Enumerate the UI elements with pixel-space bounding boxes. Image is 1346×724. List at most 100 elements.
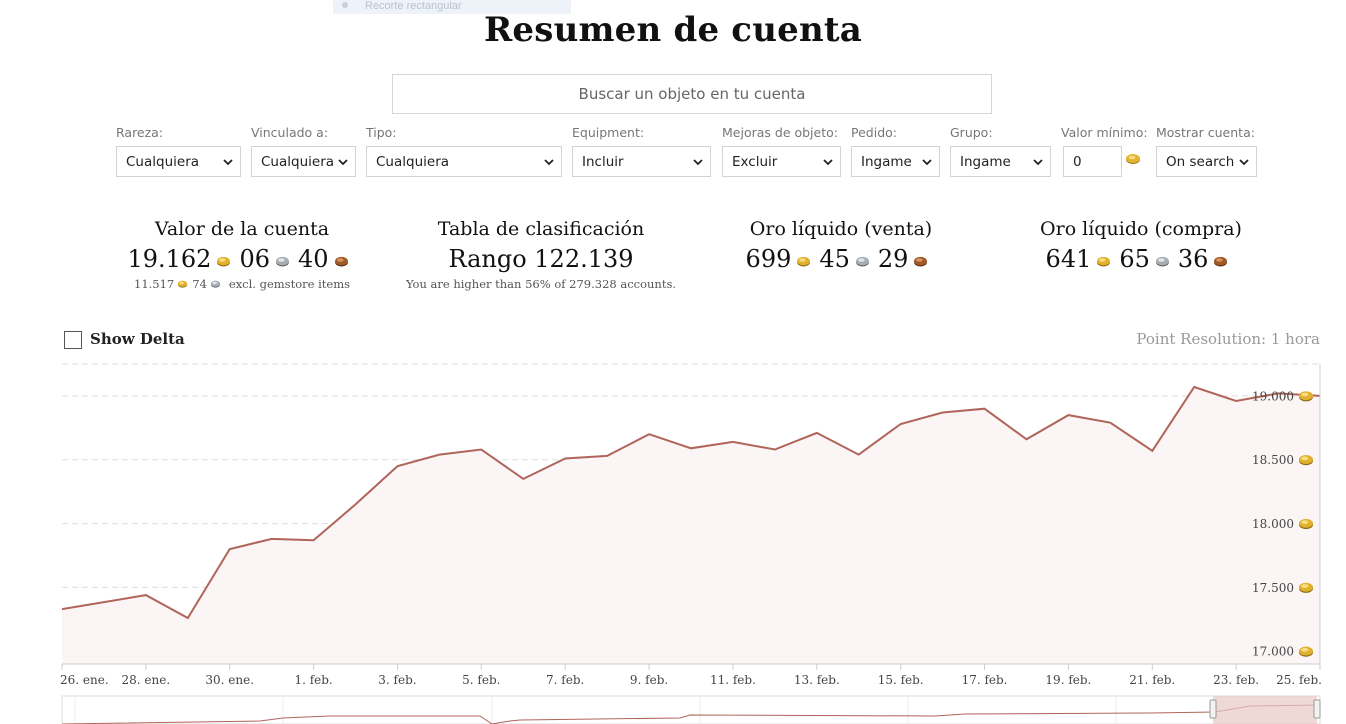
silver-coin-icon [855,256,870,267]
x-tick-label: 19. feb. [1045,673,1091,687]
filter-label: Rareza: [116,125,164,140]
gold-coin-icon [1299,391,1313,402]
filter-min-value: Valor mínimo: 0 [1061,126,1148,177]
x-tick-label: 13. feb. [794,673,840,687]
y-tick-label: 17.000 [1252,645,1294,659]
stat-sub: You are higher than 56% of 279.328 accou… [405,277,677,291]
min-value-input[interactable]: 0 [1063,146,1122,177]
x-tick-label: 30. ene. [205,673,254,687]
y-tick-label: 18.500 [1252,453,1294,467]
filter-label: Mostrar cuenta: [1156,125,1255,140]
copper-coin-icon [334,256,349,267]
stat-title: Tabla de clasificación [437,218,645,240]
copper-coin-icon [913,256,928,267]
x-tick-label: 21. feb. [1129,673,1175,687]
filter-label: Equipment: [572,125,645,140]
silver-amount: 06 [239,245,270,273]
gold-amount: 699 [745,245,792,273]
rank-value: Rango 122.139 [448,245,634,273]
stat-title: Oro líquido (compra) [1040,218,1242,240]
input-value: 0 [1073,153,1082,170]
navigator-handle[interactable] [1313,699,1321,719]
select-value: On search [1166,153,1235,170]
select-value: Cualquiera [261,153,335,170]
stat-value: 641 65 36 [1011,242,1271,276]
chevron-down-icon [1239,159,1249,166]
filter-rarity: Rareza: Cualquiera [116,126,241,177]
type-select[interactable]: Cualquiera [366,146,562,177]
show-delta-label[interactable]: Show Delta [90,330,185,348]
chevron-down-icon [338,159,348,166]
silver-coin-icon [210,280,221,288]
select-value: Cualquiera [126,153,200,170]
filter-label: Mejoras de objeto: [722,125,838,140]
chevron-down-icon [823,159,833,166]
account-value-chart[interactable]: 17.000 17.500 18.000 18.500 19.000 26. ene. 28… [0,356,1346,694]
gold-coin-icon [1299,582,1313,593]
sub-text: excl. gemstore items [228,277,350,291]
sub-gold-amount: 11.517 [134,277,175,291]
x-tick-label: 7. feb. [546,673,584,687]
stat-sub: 11.517 74 excl. gemstore items [111,276,373,292]
silver-coin-icon [275,256,290,267]
navigator-selection [1213,696,1317,724]
stat-value: 699 45 29 [711,242,971,276]
filter-type: Tipo: Cualquiera [366,126,562,177]
gold-coin-icon [177,280,188,288]
upgrades-select[interactable]: Excluir [722,146,841,177]
filter-show-account: Mostrar cuenta: On search [1156,126,1257,177]
filter-label: Grupo: [950,125,993,140]
x-tick-label: 26. ene. [60,673,109,687]
x-tick-label: 28. ene. [122,673,171,687]
gold-coin-icon [1299,518,1313,530]
gold-coin-icon [1126,154,1140,164]
y-tick-label: 18.000 [1252,517,1294,531]
filter-order: Pedido: Ingame [851,126,940,177]
gold-coin-icon [796,256,811,267]
select-value: Excluir [732,153,778,170]
search-input[interactable] [392,74,992,114]
order-select[interactable]: Ingame [851,146,940,177]
stat-title: Oro líquido (venta) [749,218,933,240]
silver-amount: 65 [1119,245,1150,273]
page-title: Resumen de cuenta [483,10,863,50]
ghost-dot [342,2,348,8]
filter-group: Grupo: Ingame [950,126,1051,177]
stat-liquid-sell: Oro líquido (venta) 699 45 29 [711,216,971,276]
gold-amount: 19.162 [127,245,212,273]
gold-coin-icon [216,256,231,267]
filter-label: Vinculado a: [251,125,329,140]
y-tick-label: 19.000 [1252,389,1294,403]
show-account-select[interactable]: On search [1156,146,1257,177]
silver-amount: 45 [819,245,850,273]
chevron-down-icon [922,159,932,166]
x-tick-label: 17. feb. [962,673,1008,687]
silver-coin-icon [1155,256,1170,267]
point-resolution-label: Point Resolution: 1 hora [1136,330,1320,348]
show-delta-checkbox[interactable] [64,331,82,349]
gold-coin-icon [1096,256,1111,267]
y-tick-label: 17.500 [1252,581,1294,595]
copper-amount: 36 [1177,245,1209,273]
series-area [62,387,1320,664]
select-value: Incluir [582,153,624,170]
gold-coin-icon [1299,455,1313,466]
filter-upgrades: Mejoras de objeto: Excluir [722,126,841,177]
group-select[interactable]: Ingame [950,146,1051,177]
equipment-select[interactable]: Incluir [572,146,711,177]
select-value: Ingame [960,153,1011,170]
gold-amount: 641 [1045,245,1092,273]
x-tick-label: 5. feb. [462,673,500,687]
bound-select[interactable]: Cualquiera [251,146,356,177]
filter-bound: Vinculado a: Cualquiera [251,126,356,177]
rarity-select[interactable]: Cualquiera [116,146,241,177]
chart-navigator[interactable] [0,694,1346,724]
gold-coin-icon [1299,646,1313,657]
copper-coin-icon [1213,256,1228,267]
x-tick-label: 15. feb. [878,673,924,687]
navigator-handle[interactable] [1209,699,1217,719]
chevron-down-icon [223,159,233,166]
chevron-down-icon [1033,159,1043,166]
filter-label: Tipo: [366,125,397,140]
chevron-down-icon [544,159,554,166]
